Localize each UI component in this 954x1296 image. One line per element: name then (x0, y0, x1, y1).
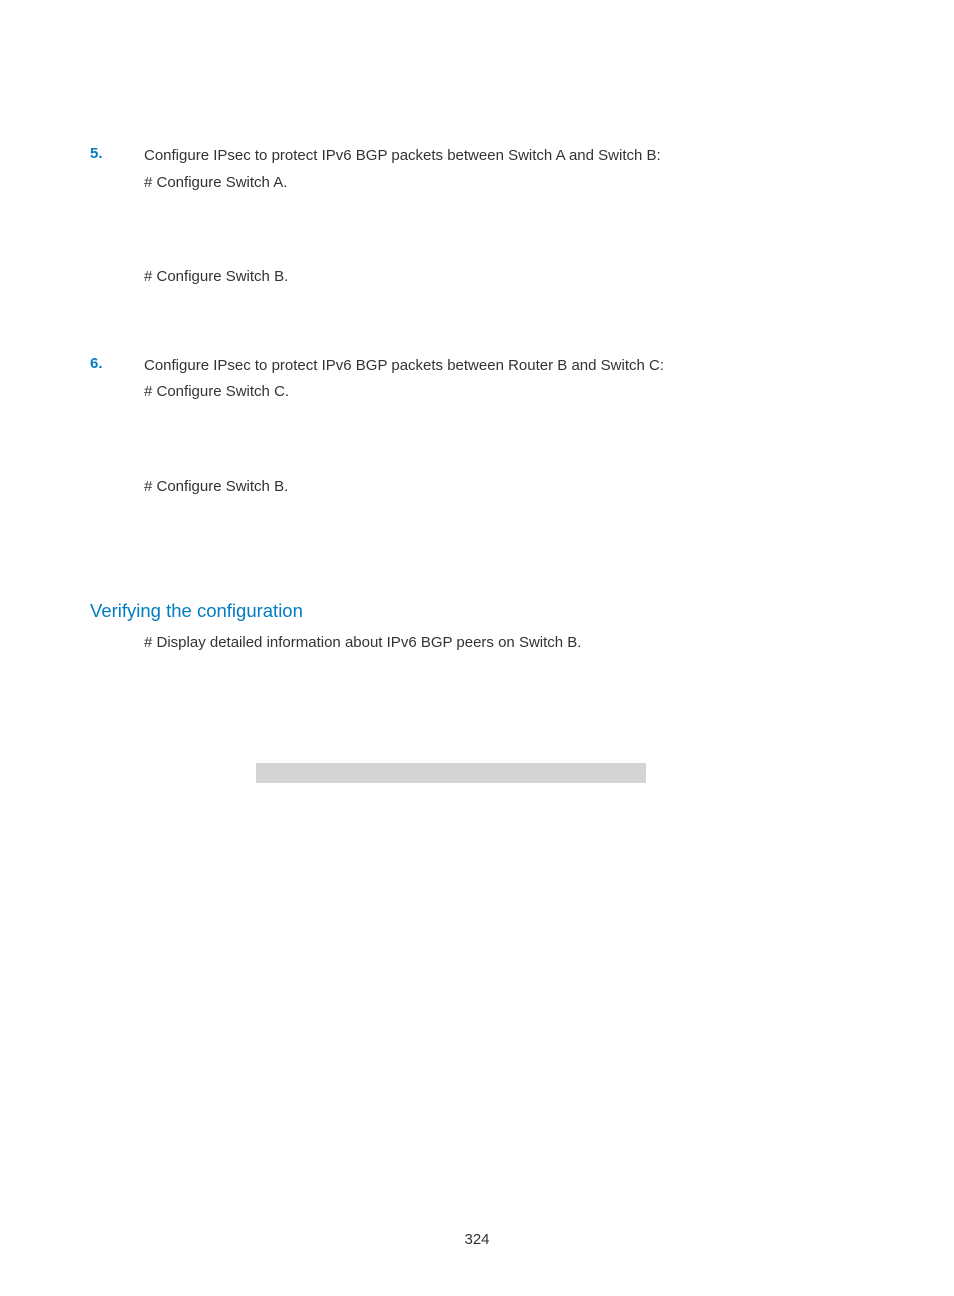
verifying-body: # Display detailed information about IPv… (144, 634, 864, 651)
section-6-config-b: # Configure Switch B. (144, 476, 864, 499)
section-5-config-a: # Configure Switch A. (144, 172, 864, 195)
section-5-config-b: # Configure Switch B. (144, 266, 864, 289)
page-number: 324 (0, 1231, 954, 1248)
highlighted-region (256, 763, 646, 783)
verifying-heading: Verifying the configuration (90, 600, 864, 622)
section-6-config-c: # Configure Switch C. (144, 381, 864, 404)
list-number-5: 5. (90, 145, 144, 198)
list-number-6: 6. (90, 355, 144, 408)
section-5-title: Configure IPsec to protect IPv6 BGP pack… (144, 145, 864, 168)
section-6-title: Configure IPsec to protect IPv6 BGP pack… (144, 355, 864, 378)
